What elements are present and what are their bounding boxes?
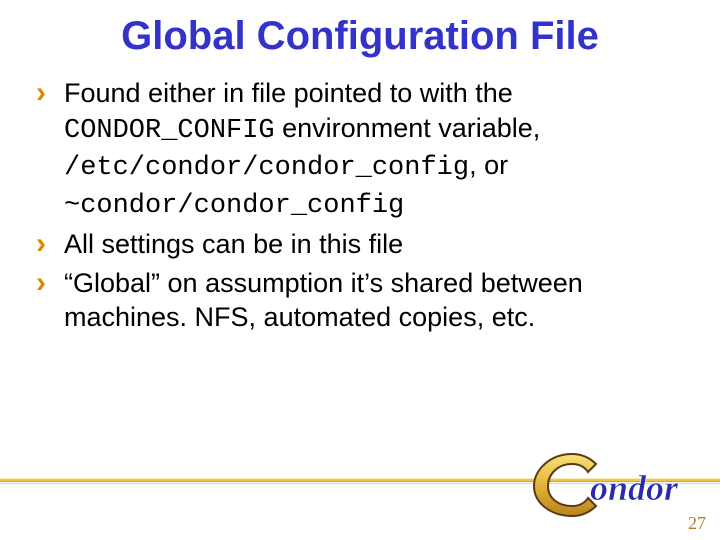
bullet-item: All settings can be in this file bbox=[36, 227, 700, 262]
code-text: CONDOR_CONFIG bbox=[64, 116, 275, 146]
slide: Global Configuration File Found either i… bbox=[0, 0, 720, 540]
bullet-item: “Global” on assumption it’s shared betwe… bbox=[36, 266, 700, 335]
code-text: /etc/condor/condor_config bbox=[64, 153, 469, 183]
page-number: 27 bbox=[688, 513, 706, 534]
logo-text: ondor bbox=[590, 468, 679, 508]
condor-logo: ondor bbox=[522, 442, 712, 522]
body-text: All settings can be in this file bbox=[64, 229, 403, 259]
logo-c-icon bbox=[534, 454, 596, 516]
slide-body: Found either in file pointed to with the… bbox=[0, 58, 720, 335]
body-text: environment variable, bbox=[275, 113, 541, 143]
body-text: , or bbox=[469, 150, 508, 180]
bullet-list: Found either in file pointed to with the… bbox=[36, 76, 700, 335]
slide-title: Global Configuration File bbox=[0, 0, 720, 58]
body-text: Found either in file pointed to with the bbox=[64, 78, 513, 108]
body-text: “Global” on assumption it’s shared betwe… bbox=[64, 268, 583, 333]
code-text: ~condor/condor_config bbox=[64, 191, 404, 221]
bullet-item: Found either in file pointed to with the… bbox=[36, 76, 700, 223]
